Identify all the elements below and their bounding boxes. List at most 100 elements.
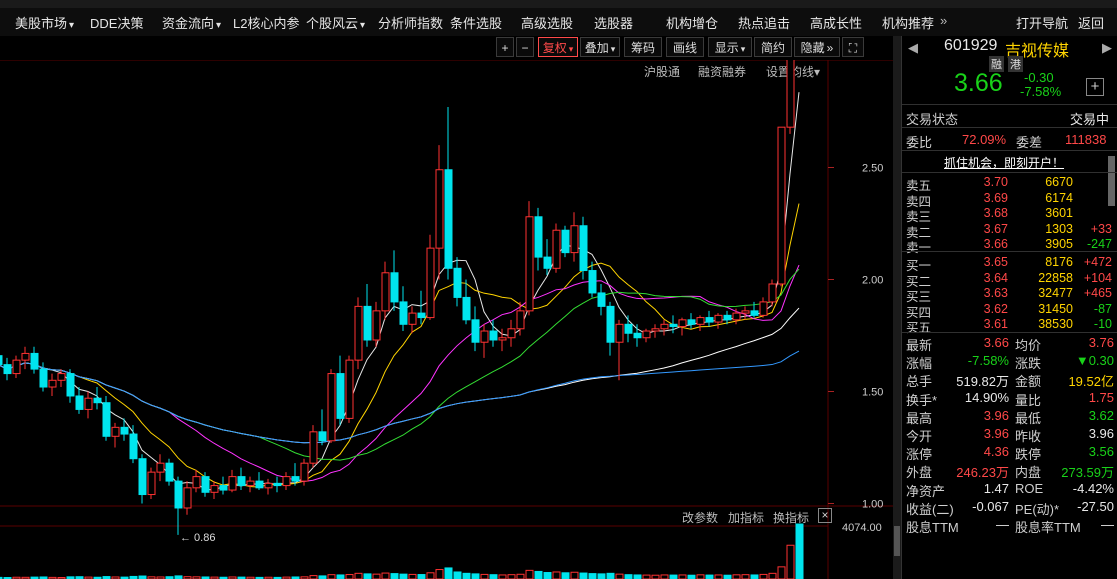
price-change-pct: -7.58% [1020,84,1062,99]
volume-bar [588,573,597,579]
volume-bar [417,574,426,579]
volume-bar [435,569,444,579]
next-stock-icon[interactable]: ▶ [1102,40,1112,56]
candle-body [507,328,516,339]
toolbar-button-label: 叠加 [584,41,609,55]
bid-level-label: 买五 [906,321,932,335]
y-tick-label: 1.50 [862,387,883,399]
candle-body [588,270,597,294]
open-account-banner[interactable]: 抓住机会，即刻开户！ [944,154,1064,171]
y-tick-label: 1.00 [862,499,883,511]
volume-bar [777,566,786,579]
nav-item-2[interactable]: 资金流向 ▾ [162,13,221,32]
overlay-button[interactable]: 叠加 ▾ [580,37,620,57]
fullscreen-icon[interactable]: ⛶ [842,37,864,57]
edit-params-link[interactable]: 改参数 [682,509,718,526]
draw-line-button[interactable]: 画线 [666,37,704,57]
zoom-in-button[interactable]: + [496,37,514,57]
prev-stock-icon[interactable]: ◀ [908,40,918,56]
stat-value: 519.82万 [956,374,1009,390]
candle-body [597,292,606,307]
ask-price: 3.68 [983,206,1008,220]
ask-volume: 3601 [1045,206,1073,220]
ask-level-label: 卖一 [906,241,932,255]
display-button[interactable]: 显示 ▾ [708,37,752,57]
zoom-out-button[interactable]: − [516,37,534,57]
candle-body [111,426,120,437]
nav-item-8[interactable]: 选股器 [594,13,633,32]
volume-bar [426,572,435,579]
scrollbar-thumb[interactable] [894,526,900,556]
hk-tag: 港 [1008,56,1023,72]
panel-scroll-thumb[interactable] [1108,156,1115,206]
candle-body [651,328,660,332]
nav-item-11[interactable]: 高成长性 [810,13,862,32]
stat-label: 跌停 [1015,447,1042,463]
nav-item-4[interactable]: 个股风云 ▾ [306,13,365,32]
chip-button[interactable]: 筹码 [624,37,662,57]
stat-value: 3.76 [1088,335,1114,350]
nav-item-9[interactable]: 机构增仓 [666,13,718,32]
toolbar-button-label: 隐藏 [800,41,825,55]
bid-price: 3.65 [983,255,1008,269]
candle-body [552,229,561,269]
candle-body [777,126,786,285]
stat-value: -7.58% [967,353,1009,369]
nav-item-1[interactable]: DDE决策 [90,13,143,32]
nav-item-3[interactable]: L2核心内参 [233,13,299,32]
nav-item-6[interactable]: 条件选股 [450,13,502,32]
candle-body [0,355,3,366]
stat-label: 总手 [906,374,933,390]
volume-bar [768,572,777,579]
kline-chart[interactable]: 4.003.503.002.502.001.501.004074.004.31 … [0,60,895,579]
candle-body [525,216,534,312]
candle-body [39,368,48,388]
bid-volume-change: +472 [1083,255,1112,269]
open-nav-link[interactable]: 打开导航 [1016,13,1068,32]
candle-body [282,476,291,487]
adjust-rights-button[interactable]: 复权 ▾ [538,37,578,57]
candle-body [363,305,372,341]
stat-label: 股息率TTM [1015,520,1081,535]
nav-item-5[interactable]: 分析师指数 [378,13,443,32]
nav-item-10[interactable]: 热点追击 [738,13,790,32]
back-link[interactable]: 返回 [1078,13,1104,32]
stat-value: ▼0.30 [1075,353,1114,369]
hide-button[interactable]: 隐藏» [794,37,840,57]
nav-item-7[interactable]: 高级选股 [521,13,573,32]
stat-label: 涨幅 [906,356,933,372]
candle-body [381,272,390,312]
ask-volume: 6670 [1045,175,1073,189]
volume-bar [750,574,759,579]
nav-item-12[interactable]: 机构推荐 [882,13,934,32]
candle-body [786,60,795,128]
candle-body [219,485,228,491]
close-indicator-icon[interactable]: × [818,508,832,523]
simple-button[interactable]: 简约 [754,37,792,57]
add-watchlist-button[interactable]: + [1086,78,1104,96]
nav-item-0[interactable]: 美股市场 ▾ [15,13,74,32]
volume-bar [453,571,462,579]
last-price: 3.66 [954,69,1003,97]
candle-body [75,395,84,410]
candle-body [732,312,741,321]
min-price-label: ← 0.86 [180,532,215,544]
stat-label: 最低 [1015,410,1042,426]
candle-body [102,402,111,437]
stat-label: 收益(二) [906,501,954,517]
toolbar-button-label: 画线 [672,41,697,55]
volume-bar [516,573,525,579]
candle-body [57,373,66,381]
nav-item-label: 条件选股 [450,16,503,31]
nav-more-icon[interactable]: » [940,13,947,28]
bid-price: 3.61 [983,317,1008,331]
candle-body [318,431,327,442]
volume-bar [732,574,741,579]
candle-body [606,305,615,343]
add-indicator-link[interactable]: 加指标 [728,509,764,526]
nav-item-label: 分析师指数 [378,16,444,31]
candle-body [471,319,480,343]
chart-scrollbar[interactable] [893,36,901,579]
candle-body [561,229,570,254]
switch-indicator-link[interactable]: 换指标 [773,509,809,526]
